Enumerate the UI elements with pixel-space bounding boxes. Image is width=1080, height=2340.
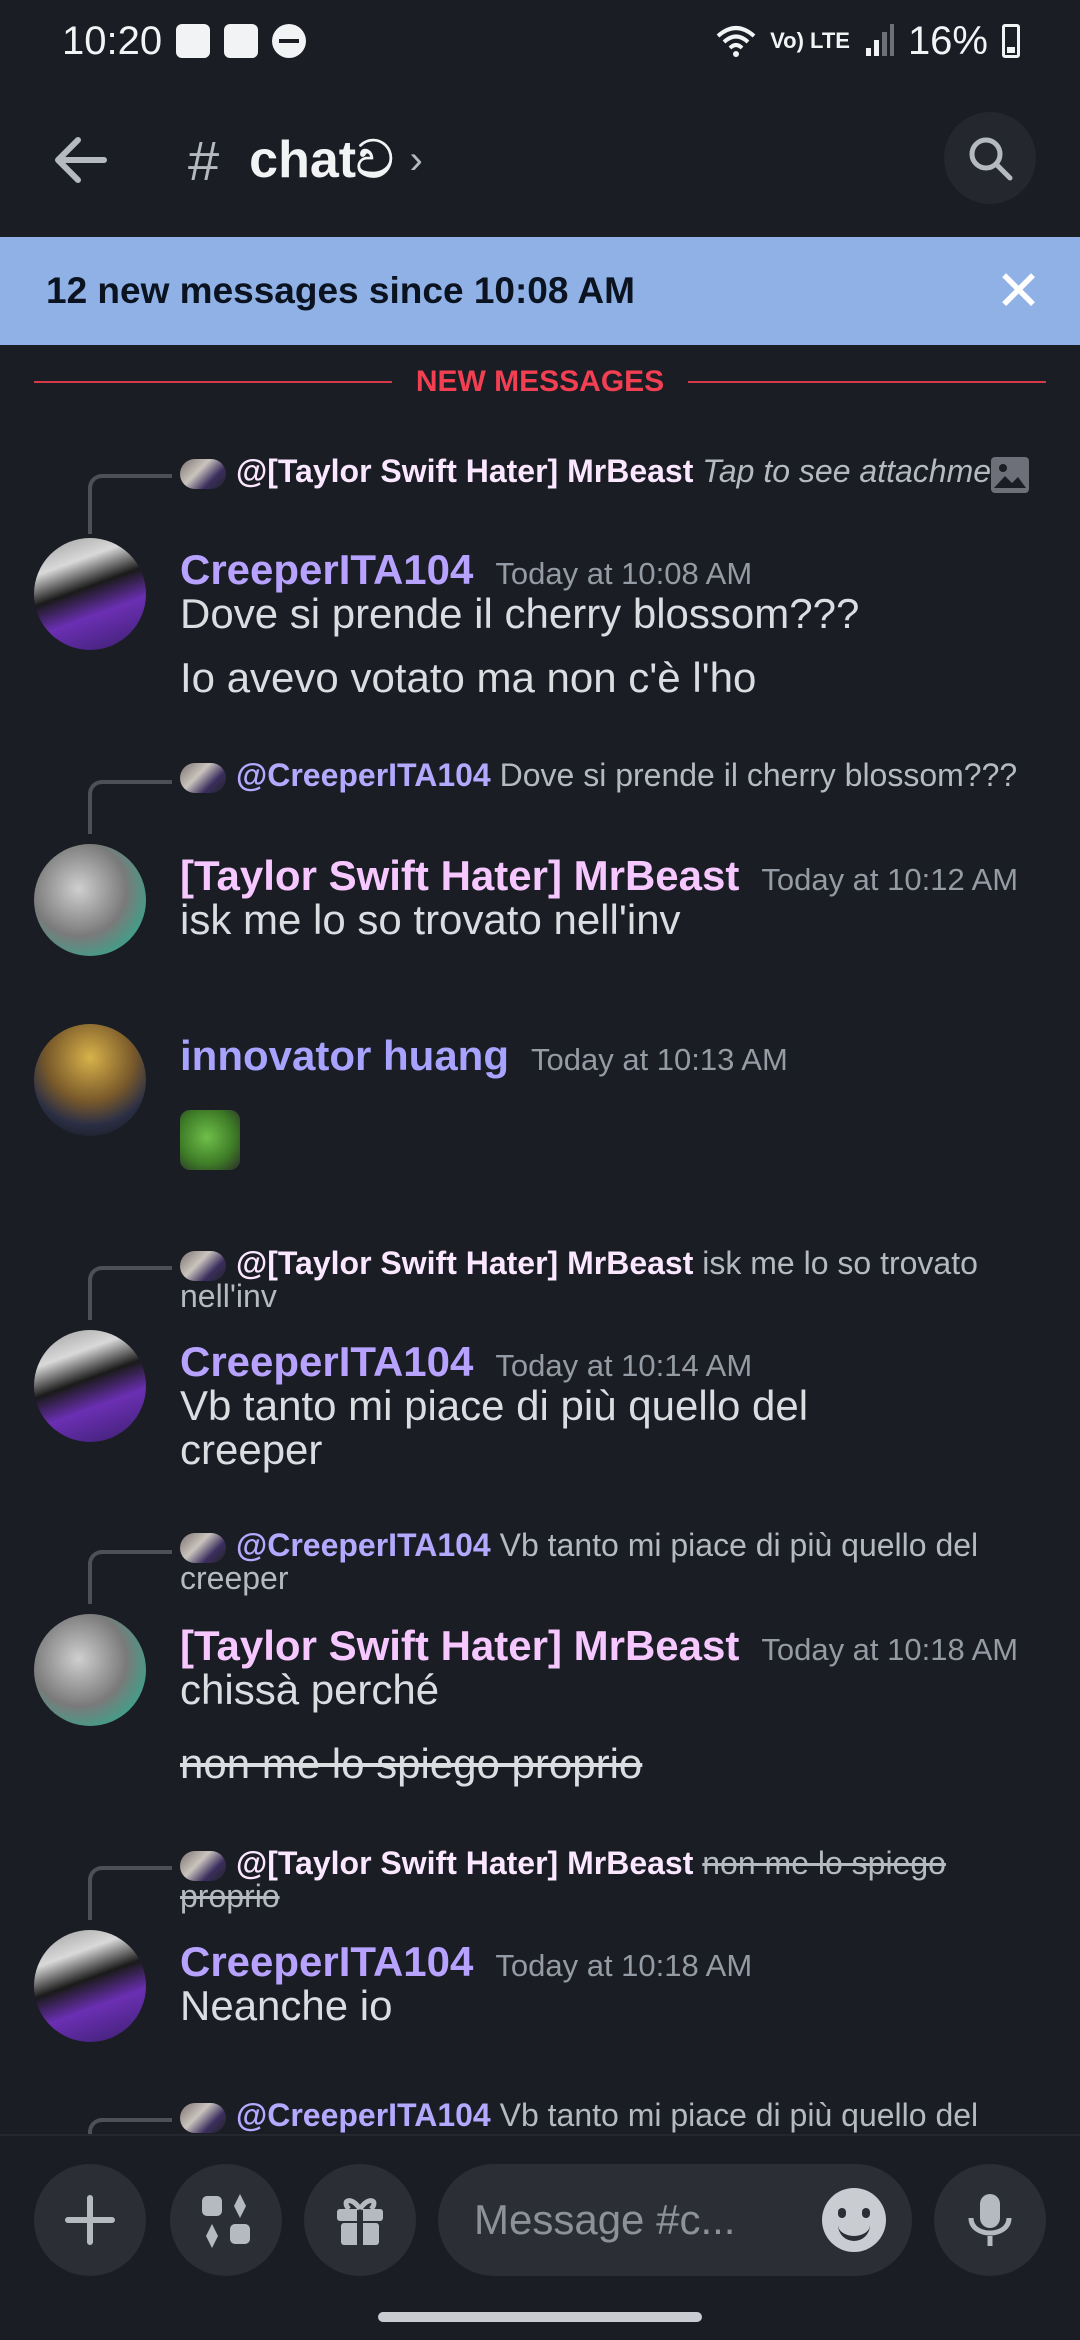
battery-icon bbox=[1002, 24, 1020, 58]
chevron-right-icon[interactable]: › bbox=[409, 138, 422, 183]
avatar bbox=[180, 458, 226, 489]
status-bar: 10:20 Vo) LTE 16% bbox=[0, 0, 1080, 82]
channel-title[interactable]: chatව bbox=[249, 130, 393, 191]
message-time: Today at 10:14 AM bbox=[495, 1348, 753, 1383]
search-icon bbox=[969, 137, 1013, 181]
avatar bbox=[180, 762, 226, 793]
emoji-icon[interactable] bbox=[822, 2188, 886, 2252]
divider-line bbox=[688, 381, 1046, 383]
message-text: Io avevo votato ma non c'è l'ho bbox=[180, 654, 757, 701]
reply-preview[interactable]: @CreeperITA104 Vb tanto mi piace di più … bbox=[180, 1527, 1040, 1593]
new-messages-divider: NEW MESSAGES bbox=[34, 360, 1046, 404]
message-time: Today at 10:12 AM bbox=[761, 862, 1019, 897]
plus-icon bbox=[65, 2195, 115, 2245]
reply-mention: @CreeperITA104 bbox=[236, 1527, 491, 1563]
reply-mention: @CreeperITA104 bbox=[236, 2100, 491, 2133]
message-author[interactable]: [Taylor Swift Hater] MrBeast Today at 10:… bbox=[180, 1622, 1018, 1670]
status-time: 10:20 bbox=[62, 18, 163, 63]
avatar[interactable] bbox=[34, 1330, 146, 1442]
reply-text: Tap to see attachment bbox=[702, 453, 1018, 489]
reply-mention: @[Taylor Swift Hater] MrBeast bbox=[236, 1845, 694, 1881]
message-input[interactable]: Message #c... bbox=[438, 2164, 912, 2276]
message-time: Today at 10:08 AM bbox=[495, 556, 753, 591]
message-text: chissà perché bbox=[180, 1666, 440, 1713]
voice-button[interactable] bbox=[934, 2164, 1046, 2276]
image-attachment-icon bbox=[990, 456, 1030, 498]
banner-text: 12 new messages since 10:08 AM bbox=[46, 270, 635, 311]
add-button[interactable] bbox=[34, 2164, 146, 2276]
battery-percent: 16% bbox=[907, 18, 988, 63]
message-text: Neanche io bbox=[180, 1982, 393, 2029]
message-text: isk me lo so trovato nell'inv bbox=[180, 896, 681, 943]
do-not-disturb-icon bbox=[272, 24, 307, 58]
apps-button[interactable] bbox=[170, 2164, 282, 2276]
apps-icon bbox=[202, 2194, 250, 2248]
message-author[interactable]: CreeperITA104 Today at 10:08 AM bbox=[180, 546, 752, 594]
message-text: non me lo spiego proprio bbox=[180, 1740, 643, 1787]
avatar bbox=[180, 1532, 226, 1563]
signal-icon bbox=[865, 24, 894, 56]
avatar[interactable] bbox=[34, 844, 146, 956]
avatar[interactable] bbox=[34, 1614, 146, 1726]
gift-button[interactable] bbox=[304, 2164, 416, 2276]
avatar[interactable] bbox=[34, 1930, 146, 2042]
reply-connector bbox=[88, 1550, 172, 1604]
device-notification-icon bbox=[224, 24, 259, 58]
microphone-icon bbox=[968, 2194, 1012, 2246]
message-text: Vb tanto mi piace di più quello del cree… bbox=[180, 1382, 809, 1473]
avatar[interactable] bbox=[34, 538, 146, 650]
message-author[interactable]: innovator huang Today at 10:13 AM bbox=[180, 1032, 788, 1080]
message-text: Dove si prende il cherry blossom??? bbox=[180, 590, 860, 637]
avatar bbox=[180, 1850, 226, 1881]
reply-text: Dove si prende il cherry blossom??? bbox=[499, 757, 1018, 793]
reply-preview[interactable]: @[Taylor Swift Hater] MrBeast non me lo … bbox=[180, 1845, 1040, 1911]
avatar[interactable] bbox=[34, 1024, 146, 1136]
reply-connector bbox=[88, 474, 172, 534]
frog-sticker[interactable] bbox=[180, 1110, 240, 1170]
close-icon[interactable]: ✕ bbox=[995, 263, 1042, 319]
message-author[interactable]: CreeperITA104 Today at 10:18 AM bbox=[180, 1938, 752, 1986]
reply-connector bbox=[88, 1266, 172, 1320]
reply-mention: @CreeperITA104 bbox=[236, 757, 491, 793]
home-indicator[interactable] bbox=[378, 2312, 702, 2322]
divider-line bbox=[34, 381, 392, 383]
wifi-icon bbox=[716, 26, 756, 57]
message-input-placeholder: Message #c... bbox=[474, 2196, 736, 2243]
message-time: Today at 10:18 AM bbox=[761, 1632, 1019, 1667]
reply-connector bbox=[88, 1866, 172, 1920]
avatar bbox=[180, 2102, 226, 2133]
back-arrow-icon[interactable] bbox=[44, 124, 116, 196]
reply-mention: @[Taylor Swift Hater] MrBeast bbox=[236, 1245, 694, 1281]
new-messages-banner[interactable]: 12 new messages since 10:08 AM ✕ bbox=[0, 237, 1080, 345]
gallery-notification-icon bbox=[176, 24, 211, 58]
reply-preview[interactable]: @CreeperITA104 Vb tanto mi piace di più … bbox=[180, 2100, 1040, 2134]
message-author[interactable]: [Taylor Swift Hater] MrBeast Today at 10:… bbox=[180, 852, 1018, 900]
reply-connector bbox=[88, 780, 172, 834]
reply-preview[interactable]: @[Taylor Swift Hater] MrBeast isk me lo … bbox=[180, 1245, 1040, 1311]
search-button[interactable] bbox=[944, 112, 1036, 204]
reply-mention: @[Taylor Swift Hater] MrBeast bbox=[236, 453, 694, 489]
reply-preview[interactable]: @CreeperITA104 Dove si prende il cherry … bbox=[180, 757, 1040, 793]
reply-text: Vb tanto mi piace di più quello del bbox=[499, 2100, 979, 2133]
reply-preview[interactable]: @[Taylor Swift Hater] MrBeast Tap to see… bbox=[180, 453, 1040, 493]
message-author[interactable]: CreeperITA104 Today at 10:14 AM bbox=[180, 1338, 752, 1386]
gift-icon bbox=[337, 2198, 383, 2245]
composer-bar: Message #c... bbox=[0, 2134, 1080, 2294]
channel-header: # chatව › bbox=[0, 100, 1080, 220]
channel-hash-icon: # bbox=[188, 128, 220, 192]
divider-label: NEW MESSAGES bbox=[415, 365, 665, 398]
reply-connector bbox=[88, 2118, 172, 2134]
message-time: Today at 10:13 AM bbox=[531, 1042, 788, 1077]
avatar bbox=[180, 1250, 226, 1281]
volte-indicator: Vo) LTE bbox=[770, 28, 850, 53]
message-time: Today at 10:18 AM bbox=[495, 1948, 753, 1983]
